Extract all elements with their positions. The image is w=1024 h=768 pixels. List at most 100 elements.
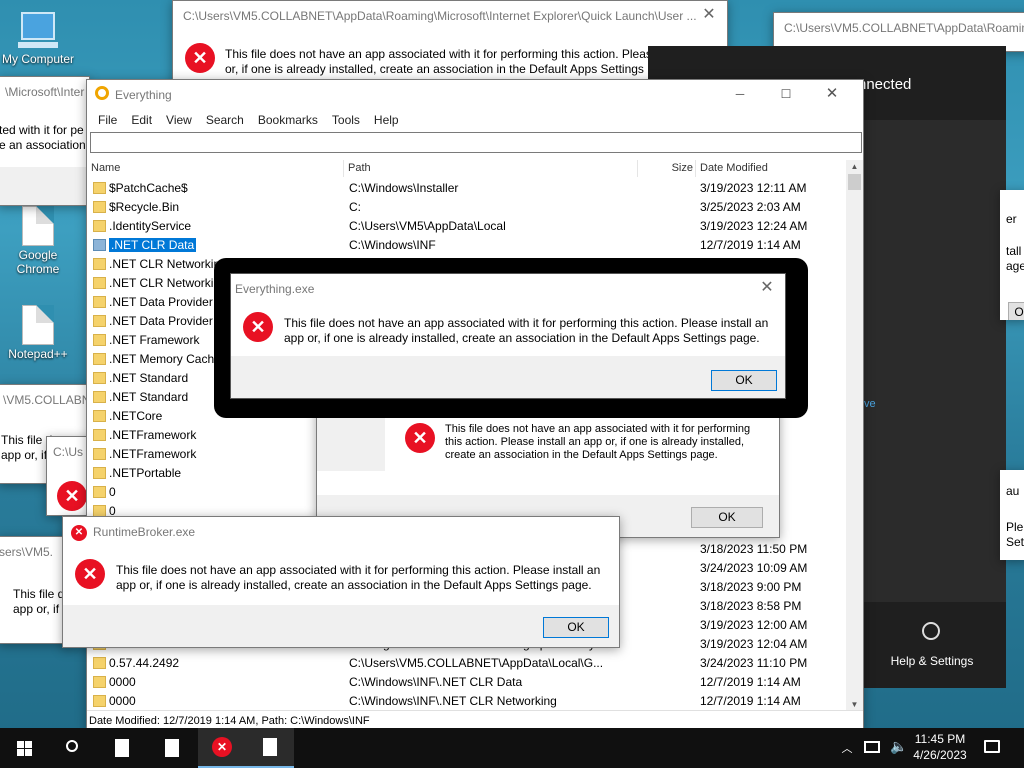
notification-icon[interactable] (984, 740, 1000, 753)
folder-icon (93, 201, 106, 213)
search-input[interactable] (90, 132, 862, 153)
row-name: $PatchCache$ (109, 181, 188, 195)
folder-icon (93, 657, 106, 669)
menu-tools[interactable]: Tools (325, 110, 367, 130)
desktop-icon-notepad-plus-plus[interactable]: Notepad++ (0, 305, 76, 361)
background-error-window[interactable]: \Microsoft\Inter ted with it for pe e an… (0, 76, 90, 206)
error-message: This file does not have an app associate… (116, 563, 601, 592)
table-row[interactable]: .IdentityService C:\Users\VM5\AppData\Loc… (87, 217, 847, 236)
row-name: .IdentityService (109, 219, 192, 233)
menu-search[interactable]: Search (199, 110, 251, 130)
menu-bar: File Edit View Search Bookmarks Tools He… (87, 110, 406, 130)
folder-icon (93, 448, 106, 460)
background-error-window[interactable]: au Ple Sett (1000, 470, 1024, 560)
column-header-name[interactable]: Name (91, 160, 341, 177)
menu-file[interactable]: File (91, 110, 124, 130)
search-icon (66, 740, 78, 752)
window-title: Everything.exe (235, 282, 315, 296)
row-name: .NETFramework (109, 447, 197, 461)
error-icon: ✕ (185, 43, 215, 73)
folder-icon (93, 467, 106, 479)
status-bar: Date Modified: 12/7/2019 1:14 AM, Path: … (87, 710, 863, 730)
background-error-window[interactable]: er tall age OK (1000, 190, 1024, 320)
error-icon: ✕ (243, 312, 273, 342)
table-row[interactable]: $Recycle.Bin C: 3/25/2023 2:03 AM (87, 198, 847, 217)
column-header-path[interactable]: Path (348, 160, 648, 177)
desktop-icon-label: Google Chrome (16, 248, 60, 276)
folder-icon (93, 239, 106, 251)
link-fragment[interactable]: ve (864, 398, 876, 410)
table-row[interactable]: 0.57.44.2492 C:\Users\VM5.COLLABNET\AppDa… (87, 654, 847, 673)
row-date: 3/18/2023 8:58 PM (700, 599, 802, 613)
show-hidden-icons-chevron[interactable]: ︿ (840, 740, 854, 755)
taskbar-app-error[interactable]: ✕ (198, 728, 246, 768)
row-path: C:\Windows\INF\.NET CLR Data (349, 675, 523, 689)
table-row[interactable]: 0000 C:\Windows\INF\.NET CLR Data 12/7/201… (87, 673, 847, 692)
windows-logo-icon (16, 740, 32, 756)
row-date: 3/18/2023 9:00 PM (700, 580, 802, 594)
folder-icon (93, 429, 106, 441)
folder-icon (93, 695, 106, 707)
flyout-heading: nnected (858, 76, 912, 93)
volume-icon[interactable]: 🔈 (890, 738, 907, 755)
start-button[interactable] (0, 728, 48, 768)
folder-icon (93, 410, 106, 422)
error-icon: ✕ (212, 737, 232, 757)
row-path: C:\Windows\INF (349, 238, 436, 252)
row-path: C: (349, 200, 361, 214)
error-message-fragment: ted with it for pe e an association (0, 123, 86, 152)
network-icon[interactable] (864, 741, 880, 753)
minimize-button[interactable]: ─ (717, 80, 763, 108)
row-date: 3/19/2023 12:04 AM (700, 637, 808, 651)
menu-view[interactable]: View (159, 110, 199, 130)
help-settings-button[interactable]: Help & Settings (858, 602, 1006, 688)
row-name: .NETFramework (109, 428, 197, 442)
row-date: 12/7/2019 1:14 AM (700, 238, 801, 252)
folder-icon (93, 315, 106, 327)
ok-button[interactable]: OK (711, 370, 777, 391)
folder-icon (93, 676, 106, 688)
error-dialog-everything-exe[interactable]: Everything.exe ✕ ✕ This file does not ha… (230, 273, 786, 399)
close-button[interactable]: ✕ (809, 80, 855, 108)
search-button[interactable] (48, 728, 96, 768)
app-icon (95, 86, 109, 100)
close-icon[interactable]: ✕ (759, 280, 775, 296)
table-row[interactable]: 0000 C:\Windows\INF\.NET CLR Networking 12… (87, 692, 847, 711)
scroll-up-arrow[interactable]: ▲ (846, 160, 863, 174)
help-settings-label: Help & Settings (890, 654, 974, 668)
error-message-fragment: This file d app or, if (13, 587, 65, 616)
background-error-window[interactable]: C:\Users\VM5.COLLABNET\AppData\Roaming\M… (172, 0, 728, 86)
desktop-icon-google-chrome[interactable]: Google Chrome (0, 206, 76, 276)
column-header-date[interactable]: Date Modified (700, 160, 840, 177)
error-dialog-runtime-broker[interactable]: ✕ RuntimeBroker.exe ✕ This file does not… (62, 516, 620, 648)
taskbar-app-file-1[interactable] (98, 728, 146, 768)
column-header-size[interactable]: Size (647, 160, 693, 177)
maximize-button[interactable]: ☐ (763, 80, 809, 108)
menu-edit[interactable]: Edit (124, 110, 159, 130)
table-row[interactable]: $PatchCache$ C:\Windows\Installer 3/19/202… (87, 179, 847, 198)
ok-button[interactable]: OK (1008, 302, 1024, 320)
error-message: This file does not have an app associate… (445, 423, 751, 461)
taskbar-app-file-2[interactable] (148, 728, 196, 768)
folder-icon (93, 353, 106, 365)
folder-icon (93, 391, 106, 403)
menu-help[interactable]: Help (367, 110, 406, 130)
row-name: $Recycle.Bin (109, 200, 180, 214)
menu-bookmarks[interactable]: Bookmarks (251, 110, 325, 130)
window-title: RuntimeBroker.exe (93, 525, 196, 539)
computer-icon (21, 12, 55, 40)
ok-button[interactable]: OK (691, 507, 763, 528)
background-error-window[interactable]: sers\VM5. This file d app or, if (0, 536, 70, 644)
folder-icon (93, 277, 106, 289)
taskbar-app-file-3[interactable] (246, 728, 294, 768)
vertical-scrollbar[interactable]: ▲ ▼ (846, 160, 863, 712)
clock[interactable]: 11:45 PM 4/26/2023 (910, 731, 970, 763)
close-icon[interactable]: ✕ (701, 7, 717, 23)
table-row[interactable]: .NET CLR Data C:\Windows\INF 12/7/2019 1:1… (87, 236, 847, 255)
scroll-thumb[interactable] (848, 174, 861, 190)
ok-button[interactable]: OK (543, 617, 609, 638)
row-name: 0 (109, 485, 116, 499)
folder-icon (93, 486, 106, 498)
desktop-icon-my-computer[interactable]: My Computer (0, 8, 76, 66)
folder-icon (93, 182, 106, 194)
